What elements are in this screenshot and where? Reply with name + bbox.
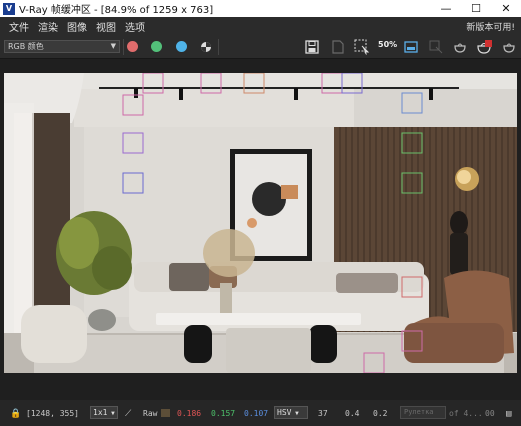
interactive-render-icon[interactable] [500,38,518,56]
blue-value: 0.107 [244,409,269,418]
divider [218,39,219,55]
menu-image[interactable]: 图像 [67,19,87,34]
status-bar: 🔒 [1248, 355] 1x1 ▼ ⟋ Raw 0.186 0.157 0.… [0,400,521,426]
toolbar: RGB 颜色 ▼ 50% [0,35,521,59]
of-count: of 4... [449,409,483,418]
pinned-label-text: Рулетка [404,408,434,416]
close-button[interactable]: ✕ [491,0,521,17]
green-channel-toggle[interactable] [151,41,162,52]
red-value: 0.186 [177,409,202,418]
menu-options[interactable]: 选项 [125,19,145,34]
hue-value: 37 [318,409,328,418]
blue-channel-toggle[interactable] [176,41,187,52]
save-image-icon[interactable] [303,38,321,56]
zoom-level-button[interactable]: 50% [378,40,397,49]
color-mode-select[interactable]: HSV ▼ [274,406,308,419]
pixel-coordinates: [1248, 355] [26,409,79,418]
window-title: V-Ray 帧缓冲区 - [84.9% of 1259 x 763] [19,5,214,16]
render-canvas[interactable] [4,73,517,373]
title-bar: V V-Ray 帧缓冲区 - [84.9% of 1259 x 763] — ☐… [0,0,521,17]
region-render-icon[interactable] [353,38,371,56]
pixel-color-swatch [161,409,170,417]
pinned-label: Рулетка [400,406,446,419]
stop-render-icon[interactable] [475,38,493,56]
menu-file[interactable]: 文件 [9,19,29,34]
menu-render[interactable]: 渲染 [38,19,58,34]
minimize-button[interactable]: — [431,0,461,17]
curve-icon[interactable]: ⟋ [125,409,131,419]
color-mode-value: HSV [277,408,292,417]
ratio-select[interactable]: 1x1 ▼ [90,406,118,419]
menu-view[interactable]: 视图 [96,19,116,34]
value-value: 0.2 [373,409,388,418]
alpha-channel-icon[interactable] [197,38,215,56]
update-available-link[interactable]: 新版本可用! [466,20,515,33]
vray-logo-icon: V [3,2,15,15]
status-tail: 00 [485,409,495,418]
channel-select[interactable]: RGB 颜色 ▼ [4,40,120,53]
link-to-vfb-icon[interactable] [427,38,445,56]
raw-label: Raw [143,409,158,418]
sidebar-toggle-icon[interactable]: ▤ [506,409,511,419]
maximize-button[interactable]: ☐ [461,0,491,17]
chevron-down-icon: ▼ [110,42,116,50]
menu-bar: 文件 渲染 图像 视图 选项 新版本可用! [0,17,521,35]
ratio-value: 1x1 [93,408,108,417]
clear-image-icon[interactable] [329,38,347,56]
divider [123,39,124,55]
teapot-render-icon[interactable] [451,38,469,56]
saturation-value: 0.4 [345,409,360,418]
render-region-toggle-icon[interactable] [402,38,420,56]
rendered-interior-image [4,73,517,373]
channel-select-value: RGB 颜色 [8,42,44,51]
red-channel-toggle[interactable] [127,41,138,52]
lock-icon[interactable]: 🔒 [10,409,21,419]
green-value: 0.157 [211,409,236,418]
